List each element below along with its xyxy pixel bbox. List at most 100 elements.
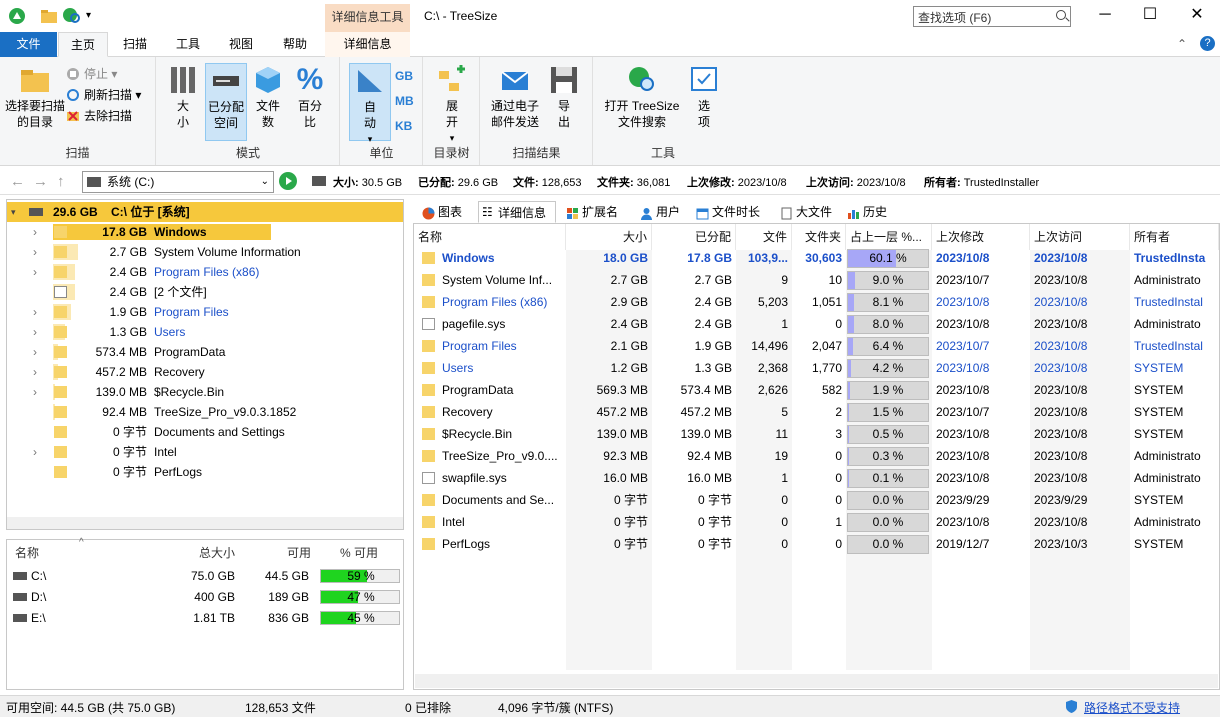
size-mode-button[interactable]: 大小 (163, 63, 203, 130)
start-scan-button[interactable] (279, 172, 297, 190)
tab-users[interactable]: 用户 (637, 201, 687, 223)
search-options-input[interactable]: 查找选项 (F6) (913, 6, 1071, 27)
tab-extensions[interactable]: 扩展名 (563, 201, 629, 223)
table-row[interactable]: swapfile.sys 16.0 MB 16.0 MB 1 0 0.1 % 2023/10… (414, 467, 1219, 489)
table-row[interactable]: $Recycle.Bin 139.0 MB 139.0 MB 11 3 0.5 % 2023… (414, 423, 1219, 445)
table-row[interactable]: Program Files (x86) 2.9 GB 2.4 GB 5,203 1,05… (414, 291, 1219, 313)
tab-top-files[interactable]: 大文件 (777, 201, 837, 223)
expand-icon[interactable]: › (33, 242, 37, 262)
table-row[interactable]: TreeSize_Pro_v9.0.... 92.3 MB 92.4 MB 19 0 0.… (414, 445, 1219, 467)
up-icon[interactable]: ↑ (57, 173, 65, 190)
expand-icon[interactable]: › (33, 442, 37, 462)
tab-tools[interactable]: 工具 (165, 32, 211, 57)
stop-button[interactable]: 停止 ▾ (66, 65, 117, 83)
tree-row[interactable]: › 0 字节 Intel (7, 442, 403, 462)
tree-row[interactable]: 92.4 MB TreeSize_Pro_v9.0.3.1852 (7, 402, 403, 422)
help-icon[interactable]: ? (1200, 36, 1215, 51)
expand-icon[interactable]: › (33, 302, 37, 322)
expand-icon[interactable]: › (33, 322, 37, 342)
path-format-link[interactable]: 路径格式不受支持 (1084, 699, 1180, 716)
table-row[interactable]: Users 1.2 GB 1.3 GB 2,368 1,770 4.2 % 2023/10/… (414, 357, 1219, 379)
tree-row[interactable]: › 139.0 MB $Recycle.Bin (7, 382, 403, 402)
tab-details[interactable]: 详细信息 (325, 32, 410, 57)
tree-root[interactable]: ▾ 29.6 GB C:\ 位于 [系统] (7, 202, 403, 222)
grid-horizontal-scrollbar[interactable] (415, 674, 1218, 688)
close-button[interactable]: ✕ (1174, 0, 1220, 30)
tree-row[interactable]: › 17.8 GB Windows (7, 222, 403, 242)
drives-header-name[interactable]: 名称 (15, 544, 39, 561)
tree-row[interactable]: › 457.2 MB Recovery (7, 362, 403, 382)
table-row[interactable]: PerfLogs 0 字节 0 字节 0 0 0.0 % 2019/12/7 2023/10/… (414, 533, 1219, 555)
table-row[interactable]: System Volume Inf... 2.7 GB 2.7 GB 9 10 9.0 %… (414, 269, 1219, 291)
grid-cell-files: 9 (781, 273, 788, 287)
drives-header-free[interactable]: 可用 (287, 544, 311, 561)
tab-view[interactable]: 视图 (218, 32, 264, 57)
expand-icon[interactable]: › (33, 262, 37, 282)
table-row[interactable]: Windows 18.0 GB 17.8 GB 103,9... 30,603 60.1 … (414, 247, 1219, 269)
tree-row[interactable]: 0 字节 PerfLogs (7, 462, 403, 482)
allocated-mode-button[interactable]: 已分配空间 (205, 63, 247, 141)
gb-unit-button[interactable]: GB (395, 69, 413, 83)
expand-button[interactable]: 展开 ▾ (432, 63, 472, 146)
percent-mode-button[interactable]: % 百分比 (293, 63, 327, 130)
drive-row[interactable]: E:\ 1.81 TB 836 GB 45 % (7, 608, 403, 628)
minimize-button[interactable]: ─ (1082, 0, 1128, 30)
app-icon[interactable] (8, 7, 26, 25)
tree-row[interactable]: › 1.3 GB Users (7, 322, 403, 342)
tab-details-view[interactable]: ☷ 详细信息 (478, 201, 556, 223)
drive-row[interactable]: D:\ 400 GB 189 GB 47 % (7, 587, 403, 607)
drive-free: 44.5 GB (264, 569, 309, 583)
expand-icon[interactable]: › (33, 342, 37, 362)
maximize-button[interactable]: ☐ (1127, 0, 1173, 30)
tab-help[interactable]: 帮助 (272, 32, 318, 57)
expand-icon[interactable]: › (33, 382, 37, 402)
kb-unit-button[interactable]: KB (395, 119, 412, 133)
email-label: 通过电子邮件发送 (490, 99, 539, 129)
export-button[interactable]: 导出 (547, 63, 581, 130)
drive-selector[interactable]: 系统 (C:) ⌄ (82, 171, 274, 193)
email-button[interactable]: 通过电子邮件发送 (487, 63, 543, 130)
drives-header-total[interactable]: 总大小 (199, 544, 235, 561)
folder-icon[interactable] (40, 7, 58, 25)
options-button[interactable]: 选项 (686, 63, 722, 130)
stat-owner-label: 所有者: (924, 177, 961, 189)
select-directory-button[interactable]: 选择要扫描的目录 (4, 63, 66, 130)
tab-file-age[interactable]: 文件时长 (693, 201, 765, 223)
table-row[interactable]: Documents and Se... 0 字节 0 字节 0 0 0.0 % 2023/9… (414, 489, 1219, 511)
auto-unit-button[interactable]: 自动 ▾ (349, 63, 391, 144)
forward-icon[interactable]: → (33, 173, 48, 190)
collapse-icon[interactable]: ▾ (11, 202, 16, 222)
grid-cell-files: 1 (781, 471, 788, 485)
drives-header-percent[interactable]: % 可用 (340, 544, 378, 561)
refresh-scan-button[interactable]: 刷新扫描 ▾ (66, 86, 141, 104)
expand-icon[interactable]: › (33, 362, 37, 382)
tree-horizontal-scrollbar[interactable] (7, 517, 403, 529)
mb-unit-button[interactable]: MB (395, 94, 414, 108)
expand-icon[interactable]: › (33, 222, 37, 242)
remove-scan-button[interactable]: 去除扫描 (66, 107, 132, 125)
percent-bar: 0.0 % (847, 491, 929, 510)
table-row[interactable]: Program Files 2.1 GB 1.9 GB 14,496 2,047 6.4 … (414, 335, 1219, 357)
scan-search-icon[interactable] (62, 7, 80, 25)
back-icon[interactable]: ← (10, 173, 25, 190)
tree-row[interactable]: › 2.4 GB Program Files (x86) (7, 262, 403, 282)
file-search-button[interactable]: 打开 TreeSize 文件搜索 (600, 63, 684, 130)
table-row[interactable]: Intel 0 字节 0 字节 0 1 0.0 % 2023/10/8 2023/10/8 Ad… (414, 511, 1219, 533)
quick-access-dropdown-icon[interactable]: ▾ (86, 7, 104, 25)
files-mode-button[interactable]: 文件数 (251, 63, 285, 130)
tab-chart[interactable]: 图表 (419, 201, 475, 223)
tree-row[interactable]: › 573.4 MB ProgramData (7, 342, 403, 362)
tab-home[interactable]: 主页 (58, 32, 108, 57)
tab-file[interactable]: 文件 (0, 32, 57, 57)
table-row[interactable]: ProgramData 569.3 MB 573.4 MB 2,626 582 1.9 %… (414, 379, 1219, 401)
tree-row[interactable]: 2.4 GB [2 个文件] (7, 282, 403, 302)
table-row[interactable]: pagefile.sys 2.4 GB 2.4 GB 1 0 8.0 % 2023/10/8… (414, 313, 1219, 335)
tree-row[interactable]: › 1.9 GB Program Files (7, 302, 403, 322)
tab-history[interactable]: 历史 (844, 201, 898, 223)
tab-scan[interactable]: 扫描 (112, 32, 158, 57)
tree-row[interactable]: 0 字节 Documents and Settings (7, 422, 403, 442)
drive-row[interactable]: C:\ 75.0 GB 44.5 GB 59 % (7, 566, 403, 586)
table-row[interactable]: Recovery 457.2 MB 457.2 MB 5 2 1.5 % 2023/10/7… (414, 401, 1219, 423)
collapse-ribbon-icon[interactable]: ⌃ (1177, 37, 1187, 51)
tree-row[interactable]: › 2.7 GB System Volume Information (7, 242, 403, 262)
